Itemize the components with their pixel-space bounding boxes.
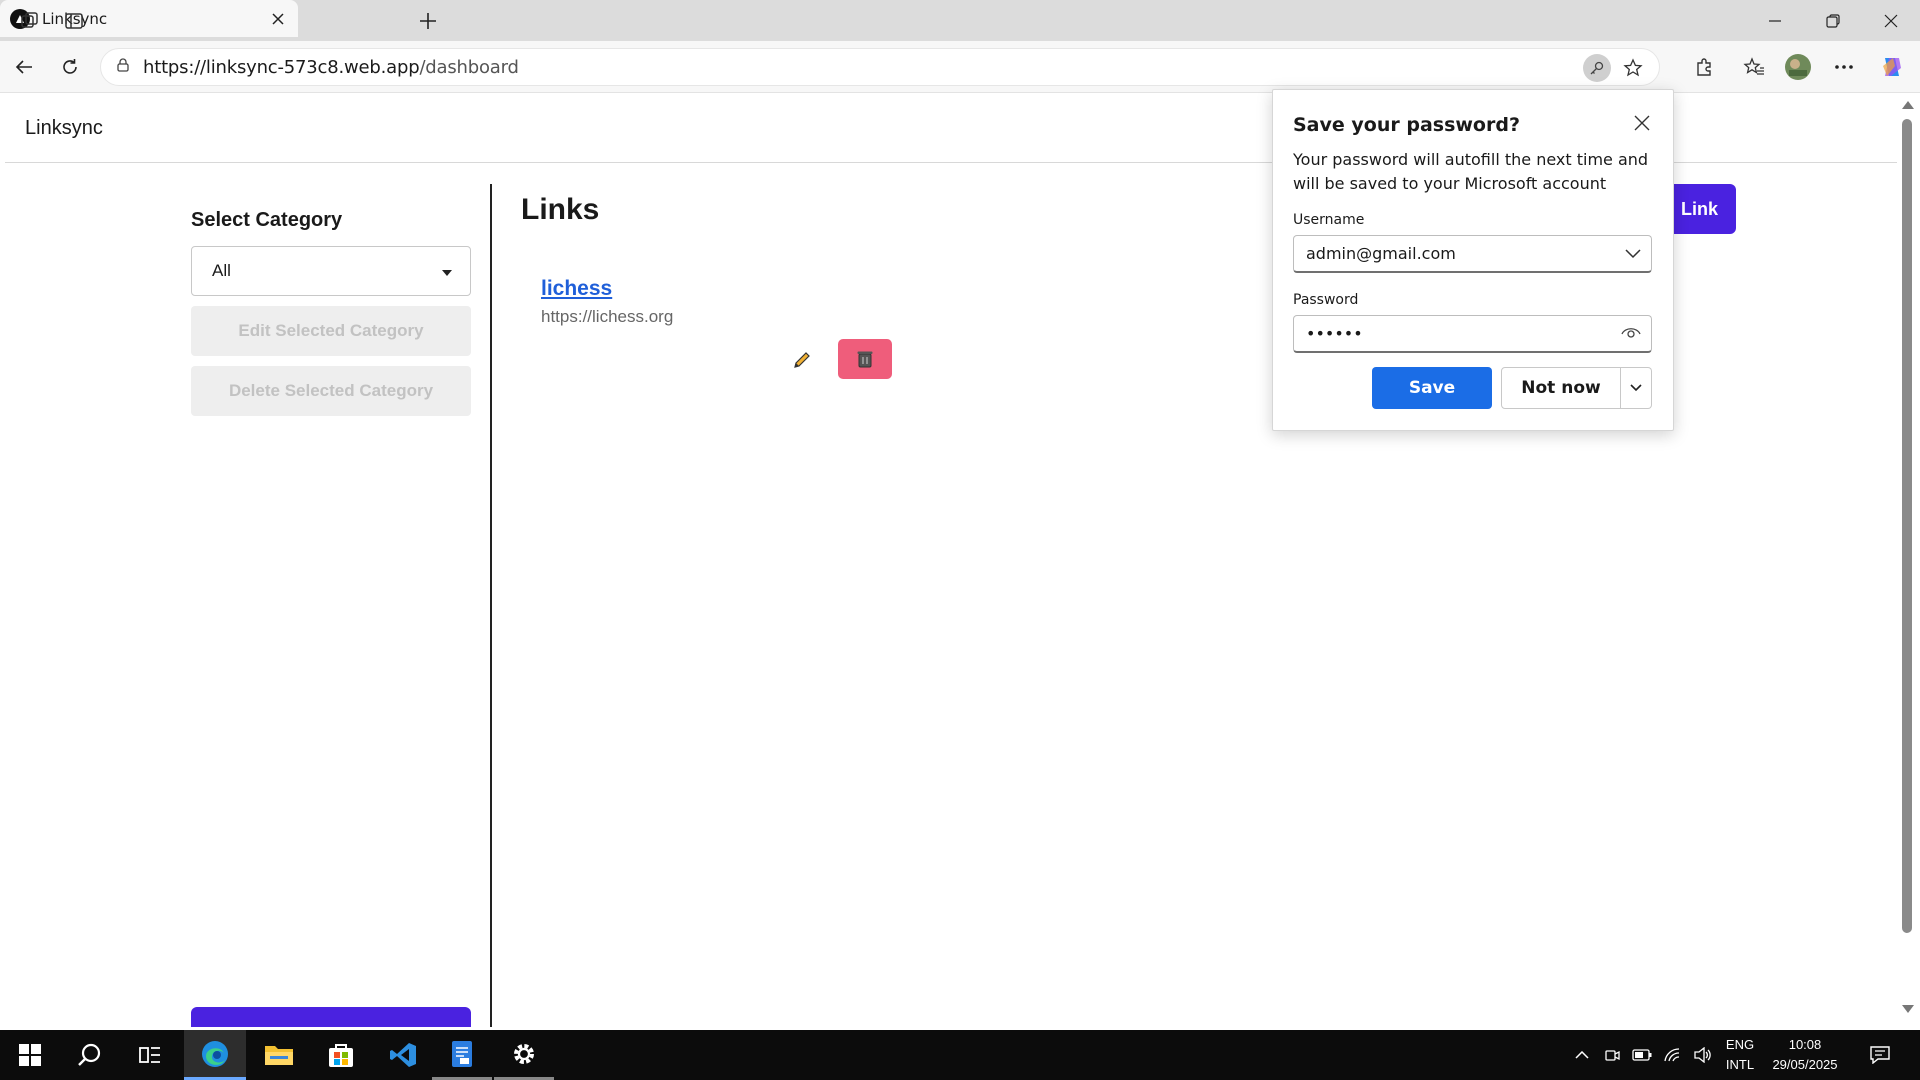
address-bar[interactable]: https://linksync-573c8.web.app/dashboard [100,48,1660,86]
delete-link-button[interactable] [838,339,892,379]
chevron-down-icon [1630,384,1642,392]
link-item: lichess https://lichess.org [541,277,673,327]
document-icon [452,1040,472,1067]
copilot-icon[interactable] [1876,51,1908,83]
link-url: https://lichess.org [541,307,674,326]
popup-description: Your password will autofill the next tim… [1293,150,1649,193]
url-text: https://linksync-573c8.web.app/dashboard [143,56,519,78]
password-field[interactable]: •••••• [1293,315,1652,353]
add-link-button[interactable]: Link [1665,184,1736,234]
vertical-divider [490,184,492,1027]
select-category-heading: Select Category [191,209,343,231]
links-heading: Links [521,193,600,226]
caret-down-icon [442,261,452,281]
folder-icon [265,1046,293,1065]
file-explorer-button[interactable] [248,1030,310,1080]
gear-icon [514,1043,534,1064]
password-label: Password [1293,292,1359,308]
username-field[interactable]: admin@gmail.com [1293,235,1652,273]
save-password-button[interactable]: Save [1372,367,1492,409]
close-popup-icon[interactable] [1629,110,1655,136]
close-window-icon[interactable] [1862,0,1920,41]
not-now-button[interactable]: Not now [1501,367,1621,409]
more-options-button[interactable] [1621,367,1652,409]
lang-bottom: INTL [1725,1057,1755,1072]
site-info-icon[interactable] [115,57,131,78]
category-sidebar: Select Category All Edit Selected Catego… [191,209,471,416]
vertical-tabs-icon[interactable] [56,6,92,36]
windows-logo-icon [19,1044,41,1066]
search-icon [78,1043,101,1066]
vscode-icon [390,1043,416,1067]
search-button[interactable] [62,1030,118,1080]
chevron-down-icon[interactable] [1625,244,1641,263]
edge-icon [202,1040,228,1067]
document-app-button[interactable] [432,1030,492,1080]
save-password-popup: Save your password? Your password will a… [1272,89,1674,431]
browser-tab-bar: Linksync [0,0,1920,41]
restore-icon[interactable] [1804,0,1862,41]
browser-toolbar: https://linksync-573c8.web.app/dashboard [0,41,1920,93]
task-view-icon [139,1047,160,1063]
clock[interactable]: 10:08 29/05/2025 [1765,1030,1845,1080]
favorite-star-icon[interactable] [1619,54,1647,82]
extensions-icon[interactable] [1688,51,1720,83]
more-options-icon[interactable] [1828,51,1860,83]
link-title[interactable]: lichess [541,277,673,301]
volume-icon[interactable] [1690,1030,1716,1080]
notification-center-icon[interactable] [1862,1030,1898,1080]
refresh-icon[interactable] [54,51,86,83]
edit-link-button[interactable] [787,345,817,375]
task-view-button[interactable] [122,1030,178,1080]
store-icon [329,1044,353,1067]
back-icon[interactable] [8,51,40,83]
chevron-up-icon [1575,1051,1589,1059]
username-value: admin@gmail.com [1306,244,1456,263]
trash-icon [857,351,873,368]
battery-icon[interactable] [1628,1030,1656,1080]
scroll-down-icon [1902,1005,1914,1013]
category-select-value: All [212,261,231,280]
input-language[interactable]: ENG INTL [1720,1030,1760,1080]
meet-now-icon[interactable] [1600,1030,1624,1080]
clock-date: 29/05/2025 [1772,1057,1838,1072]
username-label: Username [1293,212,1365,228]
network-icon[interactable] [1660,1030,1686,1080]
delete-category-button[interactable]: Delete Selected Category [191,366,471,416]
eye-icon[interactable] [1621,324,1641,343]
minimize-icon[interactable] [1746,0,1804,41]
category-select[interactable]: All [191,246,471,296]
start-button[interactable] [2,1030,58,1080]
windows-taskbar: ENG INTL 10:08 29/05/2025 [0,1030,1920,1080]
clock-time: 10:08 [1788,1037,1822,1052]
edit-category-button[interactable]: Edit Selected Category [191,306,471,356]
scroll-up-icon [1902,101,1914,109]
settings-button[interactable] [494,1030,554,1080]
popup-title: Save your password? [1293,114,1520,136]
password-key-icon[interactable] [1583,54,1611,82]
add-category-button[interactable] [191,1007,471,1027]
close-tab-icon[interactable] [268,9,288,29]
scroll-thumb[interactable] [1902,119,1912,933]
profile-avatar[interactable] [1782,51,1814,83]
password-value: •••••• [1306,324,1363,343]
page-scrollbar[interactable] [1897,93,1920,1027]
lang-top: ENG [1725,1037,1755,1052]
edge-taskbar-button[interactable] [184,1030,246,1080]
show-hidden-icons-button[interactable] [1568,1030,1596,1080]
new-tab-icon[interactable] [410,6,446,36]
favorites-icon[interactable] [1738,51,1770,83]
pencil-icon [794,352,810,368]
workspaces-icon[interactable] [12,6,48,36]
app-title: Linksync [25,117,103,139]
vscode-button[interactable] [372,1030,434,1080]
microsoft-store-button[interactable] [310,1030,372,1080]
